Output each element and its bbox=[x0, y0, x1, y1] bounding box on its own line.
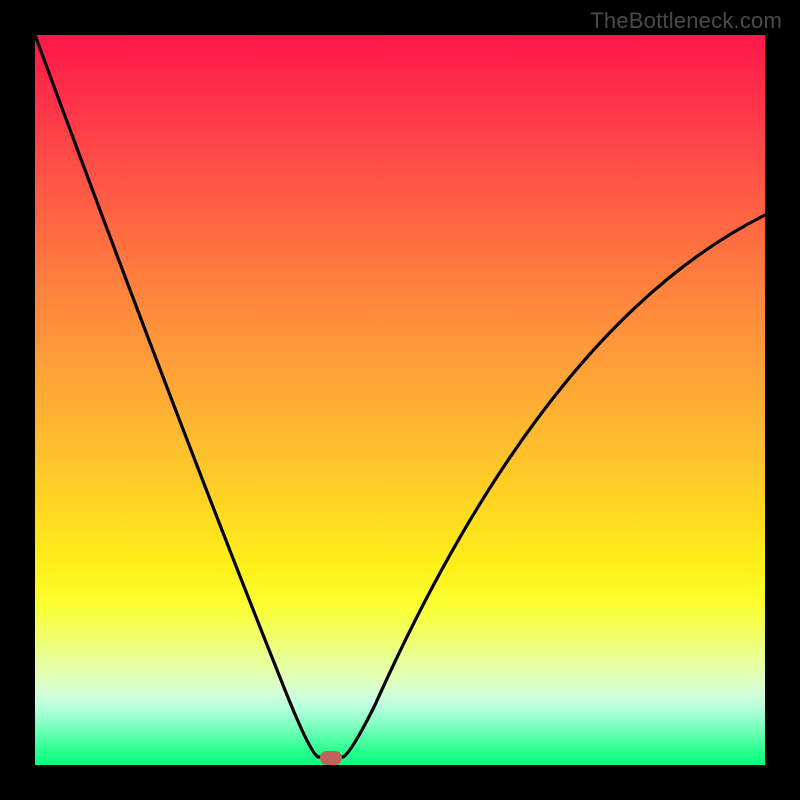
watermark-text: TheBottleneck.com bbox=[590, 8, 782, 34]
optimal-point-marker bbox=[320, 751, 342, 765]
plot-area bbox=[35, 35, 765, 765]
chart-frame: TheBottleneck.com bbox=[0, 0, 800, 800]
bottleneck-curve bbox=[35, 35, 765, 765]
curve-path bbox=[35, 35, 765, 757]
